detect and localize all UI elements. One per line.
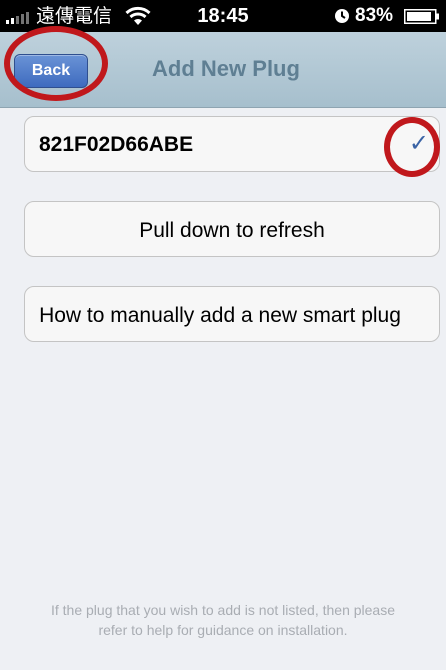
manual-add-label: How to manually add a new smart plug: [39, 304, 401, 327]
back-button[interactable]: Back: [14, 54, 88, 88]
help-text-line: If the plug that you wish to add is not …: [51, 602, 395, 618]
plug-list-item[interactable]: 821F02D66ABE ✓: [24, 116, 440, 172]
plug-id: 821F02D66ABE: [39, 133, 194, 156]
refresh-button[interactable]: Pull down to refresh: [24, 201, 440, 257]
page-title: Add New Plug: [152, 56, 300, 81]
refresh-label: Pull down to refresh: [139, 219, 325, 242]
alarm-icon: [334, 8, 350, 29]
manual-add-button[interactable]: How to manually add a new smart plug: [24, 286, 440, 342]
help-text: If the plug that you wish to add is not …: [0, 600, 446, 640]
navigation-bar: Back Add New Plug: [0, 32, 446, 108]
checkmark-icon: ✓: [408, 129, 429, 157]
help-text-line: refer to help for guidance on installati…: [98, 622, 348, 638]
signal-icon: [6, 8, 29, 24]
battery-percentage: 83%: [355, 5, 394, 26]
wifi-icon: [125, 6, 151, 31]
status-bar: 遠傳電信 18:45 83%: [0, 0, 446, 32]
carrier-name: 遠傳電信: [36, 5, 113, 27]
status-time: 18:45: [197, 5, 249, 27]
battery-icon: [404, 9, 440, 24]
